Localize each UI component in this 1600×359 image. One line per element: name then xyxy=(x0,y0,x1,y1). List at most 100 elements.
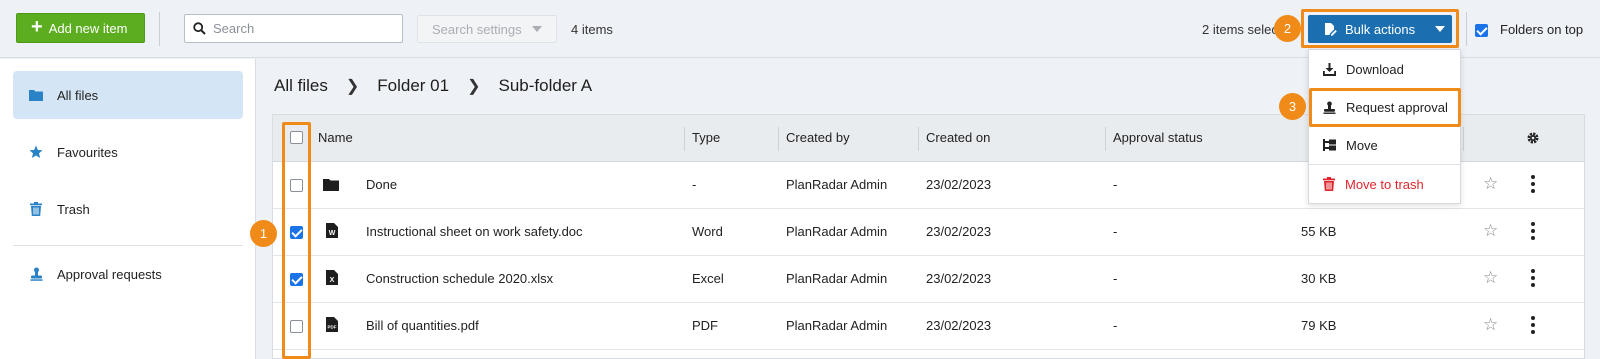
column-header-type[interactable]: Type xyxy=(692,130,720,145)
folder-icon xyxy=(323,179,339,191)
more-options-icon[interactable] xyxy=(1531,175,1535,193)
created-on: 23/02/2023 xyxy=(926,177,992,192)
file-name[interactable]: Bill of quantities.pdf xyxy=(366,318,479,333)
trash-icon xyxy=(29,202,43,216)
chevron-right-icon: ❯ xyxy=(345,78,360,95)
menu-item-move-to-trash[interactable]: Move to trash xyxy=(1309,165,1460,203)
breadcrumb-item: Sub-folder A xyxy=(498,76,593,95)
created-by: PlanRadar Admin xyxy=(786,271,888,286)
column-header-created-by[interactable]: Created by xyxy=(786,130,850,145)
file-name[interactable]: Instructional sheet on work safety.doc xyxy=(366,224,583,239)
sidebar: All files Favourites Trash Approval requ… xyxy=(0,59,256,359)
chevron-right-icon: ❯ xyxy=(467,78,481,95)
table-row[interactable]: W Instructional sheet on work safety.doc… xyxy=(273,209,1584,256)
menu-item-download[interactable]: Download xyxy=(1309,50,1460,88)
pdf-file-icon: PDF xyxy=(326,317,338,332)
column-separator xyxy=(778,127,779,151)
sidebar-item-favourites[interactable]: Favourites xyxy=(13,128,243,176)
sidebar-item-label: Approval requests xyxy=(57,266,162,282)
step-badge: 2 xyxy=(1274,15,1301,42)
chevron-down-icon xyxy=(531,26,542,32)
file-size: 79 KB xyxy=(1301,318,1337,333)
toolbar-divider xyxy=(159,12,160,46)
menu-item-label: Download xyxy=(1346,61,1404,77)
search-input[interactable]: Search xyxy=(184,14,403,43)
search-placeholder: Search xyxy=(213,21,255,36)
file-size: 30 KB xyxy=(1301,271,1337,286)
star-icon[interactable]: ☆ xyxy=(1483,221,1498,241)
sidebar-item-label: Favourites xyxy=(57,144,118,160)
star-icon xyxy=(29,145,43,159)
column-header-name[interactable]: Name xyxy=(318,130,353,145)
menu-item-label: Move to trash xyxy=(1345,176,1424,192)
chevron-down-icon xyxy=(1435,26,1446,32)
file-name[interactable]: Construction schedule 2020.xlsx xyxy=(366,271,553,286)
sidebar-item-label: Trash xyxy=(57,201,90,217)
trash-icon xyxy=(1323,177,1335,191)
excel-file-icon: X xyxy=(326,270,338,285)
file-size: 55 KB xyxy=(1301,224,1337,239)
selected-count: 2 items selected xyxy=(1202,22,1284,37)
column-header-created-on[interactable]: Created on xyxy=(926,130,990,145)
sidebar-item-all-files[interactable]: All files xyxy=(13,71,243,119)
checkbox-column-highlight xyxy=(282,122,311,359)
move-icon xyxy=(1323,139,1336,151)
step-badge: 3 xyxy=(1279,93,1306,120)
column-header-approval-status[interactable]: Approval status xyxy=(1113,130,1203,145)
bulk-actions-button[interactable]: Bulk actions xyxy=(1308,15,1452,43)
file-type: PDF xyxy=(692,318,718,333)
word-file-icon: W xyxy=(326,223,338,238)
add-new-item-button[interactable]: + Add new item xyxy=(16,13,145,43)
breadcrumb-item[interactable]: All files xyxy=(274,76,328,96)
toolbar-divider xyxy=(1466,12,1467,46)
folders-on-top-checkbox[interactable] xyxy=(1475,24,1488,37)
approval-status: - xyxy=(1113,224,1118,239)
table-row[interactable]: X Construction schedule 2020.xlsx Excel … xyxy=(273,256,1584,303)
approval-status: - xyxy=(1113,177,1118,192)
table-row[interactable]: PDF Bill of quantities.pdf PDF PlanRadar… xyxy=(273,303,1584,350)
bulk-actions-label: Bulk actions xyxy=(1345,21,1416,37)
step-badge: 1 xyxy=(250,220,277,247)
sidebar-item-trash[interactable]: Trash xyxy=(13,185,243,233)
sidebar-item-approval-requests[interactable]: Approval requests xyxy=(13,250,243,298)
column-separator xyxy=(1463,127,1464,151)
created-by: PlanRadar Admin xyxy=(786,177,888,192)
items-count: 4 items xyxy=(571,22,613,37)
more-options-icon[interactable] xyxy=(1531,222,1535,240)
request-approval-highlight xyxy=(1309,88,1461,127)
svg-text:X: X xyxy=(330,277,335,284)
created-on: 23/02/2023 xyxy=(926,271,992,286)
star-icon[interactable]: ☆ xyxy=(1483,315,1498,335)
file-type: - xyxy=(692,177,697,192)
file-type: Excel xyxy=(692,271,724,286)
file-name[interactable]: Done xyxy=(366,177,397,192)
star-icon[interactable]: ☆ xyxy=(1483,268,1498,288)
search-settings-dropdown[interactable]: Search settings xyxy=(417,15,557,43)
menu-item-move[interactable]: Move xyxy=(1309,126,1460,164)
column-separator xyxy=(684,127,685,151)
more-options-icon[interactable] xyxy=(1531,269,1535,287)
folder-icon xyxy=(29,88,43,102)
column-separator xyxy=(918,127,919,151)
more-options-icon[interactable] xyxy=(1531,316,1535,334)
menu-item-label: Move xyxy=(1346,137,1378,153)
sidebar-divider xyxy=(13,245,243,246)
stamp-icon xyxy=(29,267,43,281)
created-by: PlanRadar Admin xyxy=(786,318,888,333)
plus-icon: + xyxy=(31,16,43,38)
add-new-item-label: Add new item xyxy=(48,20,128,36)
breadcrumb: All files ❯ Folder 01 ❯ Sub-folder A xyxy=(274,76,592,96)
file-type: Word xyxy=(692,224,723,239)
search-settings-label: Search settings xyxy=(432,21,522,37)
created-on: 23/02/2023 xyxy=(926,318,992,333)
column-separator xyxy=(1105,127,1106,151)
star-icon[interactable]: ☆ xyxy=(1483,174,1498,194)
edit-document-icon xyxy=(1325,23,1337,36)
svg-text:W: W xyxy=(329,230,336,237)
breadcrumb-item[interactable]: Folder 01 xyxy=(377,76,449,96)
svg-text:PDF: PDF xyxy=(328,325,337,330)
approval-status: - xyxy=(1113,318,1118,333)
gear-icon[interactable] xyxy=(1526,131,1540,145)
created-on: 23/02/2023 xyxy=(926,224,992,239)
download-icon xyxy=(1323,62,1336,76)
